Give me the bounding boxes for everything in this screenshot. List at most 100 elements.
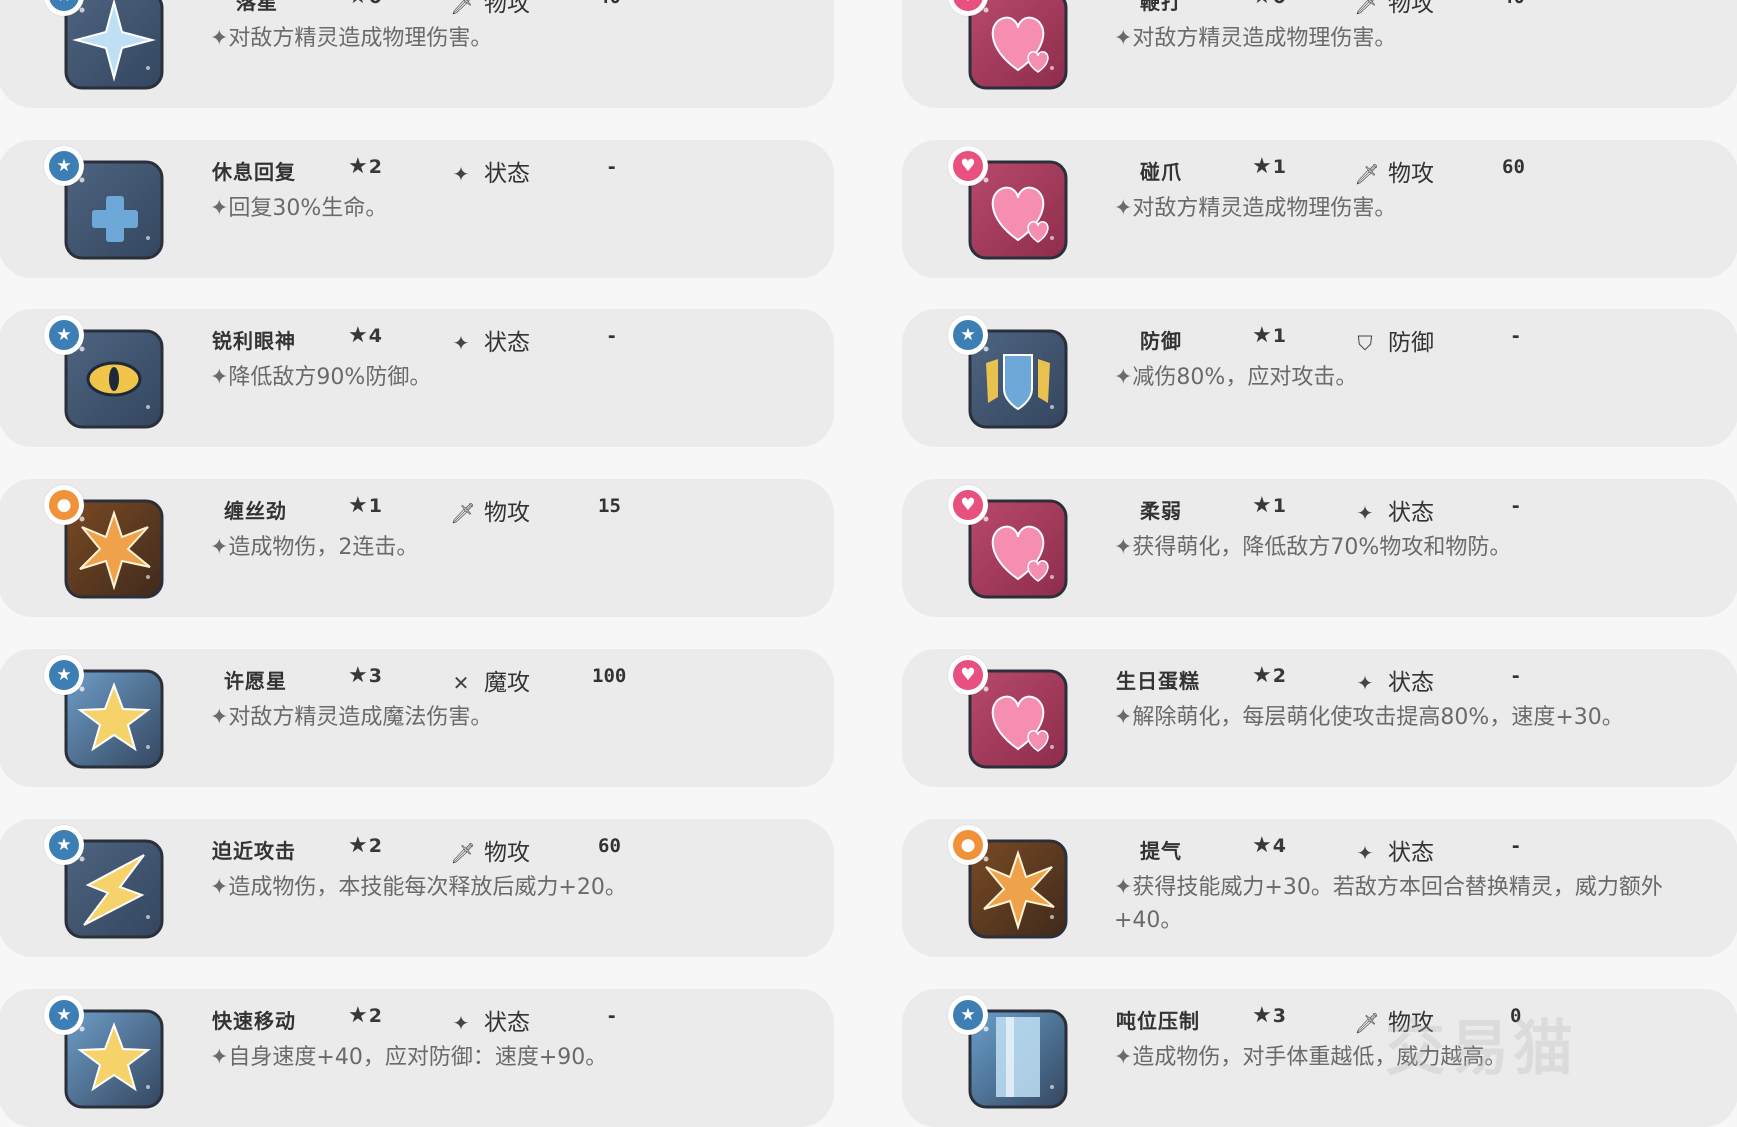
skill-grid: ★ 落星 ★0 🗡 物攻 40 ✦对敌方精灵造成物理伤害。 ♥ 鞭打 ★0 🗡 物攻 40 ✦对敌方精灵… [0, 0, 1737, 1127]
skill-category: 🗡 物攻 [1354, 0, 1434, 18]
shield-icon: ⛉ [1357, 331, 1373, 355]
star-badge-icon: ★ [44, 655, 84, 695]
skill-power: - [606, 1005, 618, 1027]
star-badge-icon: ★ [948, 995, 988, 1035]
skill-art-icon: ♥ [948, 0, 1070, 92]
skill-cost: ★2 [348, 833, 382, 858]
sparkle-icon: ✦ [452, 162, 470, 186]
heart-badge-icon: ♥ [948, 146, 988, 186]
skill-card[interactable]: ♥ 鞭打 ★0 🗡 物攻 40 ✦对敌方精灵造成物理伤害。 [902, 0, 1737, 108]
skill-category-label: 状态 [484, 161, 530, 187]
skill-description: ✦对敌方精灵造成物理伤害。 [1114, 26, 1397, 51]
skill-category: ✦ 状态 [1354, 663, 1434, 697]
skill-description: ✦对敌方精灵造成魔法伤害。 [210, 705, 493, 730]
skill-power: - [606, 325, 618, 347]
sparkle-icon: ✦ [1356, 671, 1374, 695]
skill-card[interactable]: ● 提气 ★4 ✦ 状态 - ✦获得技能威力+30。若敌方本回合替换精灵，威力额外+40。 [902, 819, 1737, 957]
watermark-text: 交易猫 [1385, 1014, 1577, 1084]
skill-category-label: 物攻 [1388, 0, 1434, 17]
skill-cost: ★0 [348, 0, 382, 9]
skill-card[interactable]: ★ 吨位压制 ★3 🗡 物攻 0 ✦造成物伤，对手体重越低，威力越高。 [902, 989, 1737, 1127]
skill-cost: ★4 [1252, 833, 1286, 858]
skill-category: ✦ 状态 [1354, 493, 1434, 527]
fist-badge-icon: ● [948, 825, 988, 865]
skill-cost-value: 4 [1272, 835, 1286, 857]
star-badge-icon: ★ [44, 995, 84, 1035]
skill-card[interactable]: ♥ 碰爪 ★1 🗡 物攻 60 ✦对敌方精灵造成物理伤害。 [902, 140, 1737, 278]
skill-cost-value: 2 [1272, 665, 1286, 687]
sword-icon: 🗡 [1354, 0, 1380, 16]
skill-description: ✦自身速度+40，应对防御：速度+90。 [210, 1045, 608, 1070]
skill-cost-value: 2 [368, 1005, 382, 1027]
heart-badge-icon: ♥ [948, 485, 988, 525]
star-badge-icon: ★ [44, 146, 84, 186]
sword-icon: 🗡 [450, 841, 476, 865]
fist-badge-icon: ● [44, 485, 84, 525]
energy-star-icon: ★ [1252, 154, 1272, 179]
sparkle-icon: ✦ [452, 1011, 470, 1035]
skill-cost: ★3 [348, 663, 382, 688]
skill-name: 鞭打 [1140, 0, 1182, 14]
skill-name: 锐利眼神 [212, 329, 296, 353]
skill-description: ✦获得技能威力+30。若敌方本回合替换精灵，威力额外+40。 [1114, 875, 1663, 933]
skill-category-label: 物攻 [1388, 161, 1434, 187]
skill-cost-value: 3 [1272, 1005, 1286, 1027]
skill-category: ✦ 状态 [450, 1003, 530, 1037]
energy-star-icon: ★ [1252, 833, 1272, 858]
skill-description: ✦对敌方精灵造成物理伤害。 [1114, 196, 1397, 221]
skill-power: 40 [1502, 0, 1525, 8]
skill-name: 柔弱 [1140, 499, 1182, 523]
energy-star-icon: ★ [1252, 323, 1272, 348]
skill-cost: ★3 [1252, 1003, 1286, 1028]
skill-category-label: 状态 [1388, 670, 1434, 696]
skill-cost: ★1 [1252, 493, 1286, 518]
skill-art-icon: ♥ [948, 146, 1070, 262]
skill-art-icon: ★ [44, 825, 166, 941]
energy-star-icon: ★ [348, 833, 368, 858]
skill-card[interactable]: ♥ 生日蛋糕 ★2 ✦ 状态 - ✦解除萌化，每层萌化使攻击提高80%，速度+30。 [902, 649, 1737, 787]
star-badge-icon: ★ [44, 825, 84, 865]
energy-star-icon: ★ [348, 493, 368, 518]
sword-icon: 🗡 [1354, 162, 1380, 186]
skill-cost: ★2 [348, 154, 382, 179]
energy-star-icon: ★ [348, 323, 368, 348]
skill-art-icon: ● [44, 485, 166, 601]
skill-cost: ★1 [348, 493, 382, 518]
skill-category-label: 状态 [1388, 840, 1434, 866]
skill-power: - [1510, 665, 1522, 687]
skill-power: 100 [592, 665, 627, 687]
skill-card[interactable]: ★ 锐利眼神 ★4 ✦ 状态 - ✦降低敌方90%防御。 [0, 309, 834, 447]
skill-category: ✦ 状态 [450, 323, 530, 357]
skill-card[interactable]: ★ 迫近攻击 ★2 🗡 物攻 60 ✦造成物伤，本技能每次释放后威力+20。 [0, 819, 834, 957]
skill-category-label: 状态 [484, 1010, 530, 1036]
skill-cost-value: 2 [368, 156, 382, 178]
energy-star-icon: ★ [348, 663, 368, 688]
sparkle-icon: ✦ [1356, 501, 1374, 525]
skill-card[interactable]: ★ 防御 ★1 ⛉ 防御 - ✦减伤80%，应对攻击。 [902, 309, 1737, 447]
skill-art-icon: ★ [948, 995, 1070, 1111]
skill-card[interactable]: ★ 休息回复 ★2 ✦ 状态 - ✦回复30%生命。 [0, 140, 834, 278]
skill-art-icon: ★ [948, 315, 1070, 431]
sparkle-icon: ✦ [1356, 841, 1374, 865]
skill-name: 快速移动 [212, 1009, 296, 1033]
skill-card[interactable]: ● 缠丝劲 ★1 🗡 物攻 15 ✦造成物伤，2连击。 [0, 479, 834, 617]
skill-category: 🗡 物攻 [1354, 154, 1434, 188]
sword-icon: 🗡 [1354, 1011, 1380, 1035]
skill-name: 吨位压制 [1116, 1009, 1200, 1033]
skill-art-icon: ★ [44, 315, 166, 431]
skill-art-icon: ★ [44, 146, 166, 262]
skill-name: 生日蛋糕 [1116, 669, 1200, 693]
skill-name: 落星 [236, 0, 278, 14]
skill-power: - [1510, 835, 1522, 857]
skill-power: - [1510, 495, 1522, 517]
skill-card[interactable]: ♥ 柔弱 ★1 ✦ 状态 - ✦获得萌化，降低敌方70%物攻和物防。 [902, 479, 1737, 617]
skill-card[interactable]: ★ 快速移动 ★2 ✦ 状态 - ✦自身速度+40，应对防御：速度+90。 [0, 989, 834, 1127]
skill-name: 碰爪 [1140, 160, 1182, 184]
sword-icon: 🗡 [450, 501, 476, 525]
skill-card[interactable]: ★落星★0🗡物攻40✦对敌方精灵造成物理伤害。 [0, 0, 834, 108]
skill-card[interactable]: ★ 许愿星 ★3 ✕ 魔攻 100 ✦对敌方精灵造成魔法伤害。 [0, 649, 834, 787]
skill-name: 休息回复 [212, 160, 296, 184]
skill-category: ⛉ 防御 [1354, 323, 1435, 357]
skill-cost: ★0 [1252, 0, 1286, 9]
skill-name: 迫近攻击 [212, 839, 296, 863]
